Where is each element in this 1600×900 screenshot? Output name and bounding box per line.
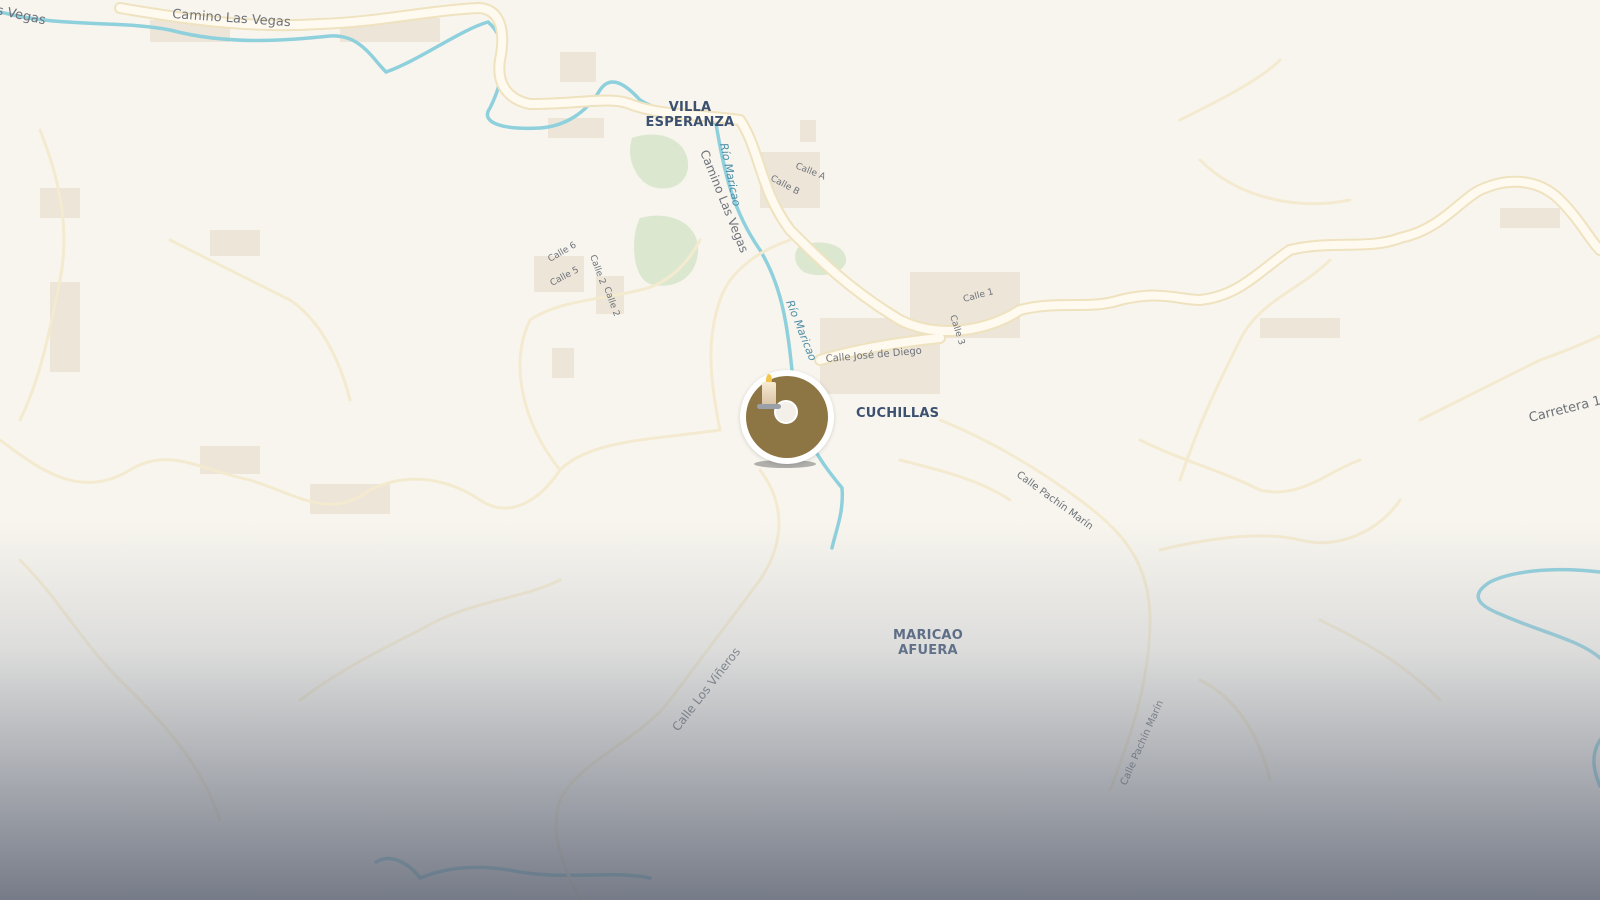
- place-label-maricao-afuera: MARICAO AFUERA: [893, 628, 963, 658]
- place-label-villa-esperanza: VILLA ESPERANZA: [645, 100, 735, 130]
- place-label-cuchillas: CUCHILLAS: [856, 406, 940, 421]
- location-marker[interactable]: [740, 370, 838, 468]
- map-canvas[interactable]: s Vegas Camino Las Vegas Camino Las Vega…: [0, 0, 1600, 900]
